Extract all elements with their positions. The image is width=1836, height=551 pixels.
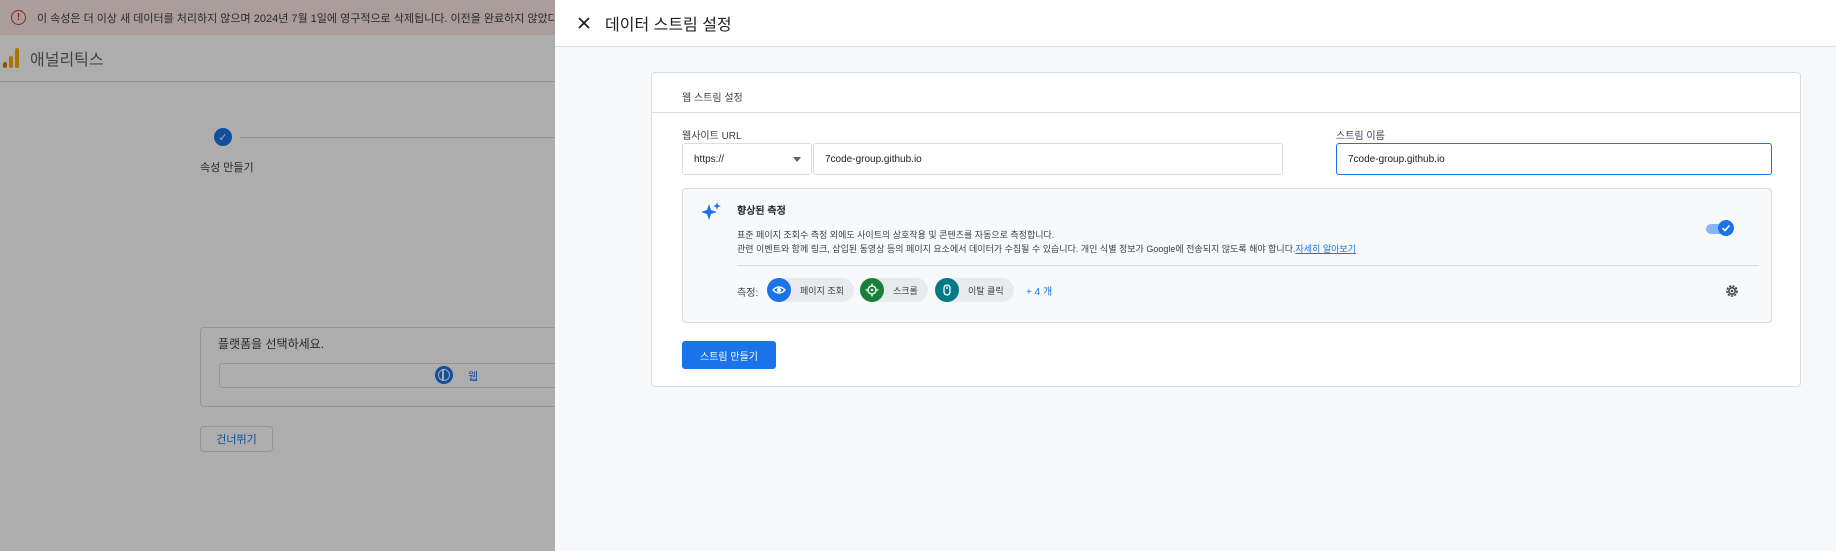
- divider: [737, 265, 1759, 266]
- card-title: 웹 스트림 설정: [652, 73, 1800, 113]
- create-stream-button[interactable]: 스트림 만들기: [682, 341, 776, 369]
- eye-icon: [767, 278, 791, 302]
- modal-scrim[interactable]: [0, 0, 555, 551]
- crosshair-icon: [860, 278, 884, 302]
- chip-label: 페이지 조회: [800, 285, 844, 296]
- protocol-value: https://: [694, 153, 725, 165]
- stream-settings-panel: 데이터 스트림 설정 웹 스트림 설정 웹사이트 URL https:// 스트…: [555, 0, 1836, 551]
- enhanced-measurement-section: 향상된 측정 표준 페이지 조회수 측정 외에도 사이트의 상호작용 및 콘텐츠…: [682, 188, 1772, 323]
- enhanced-toggle[interactable]: [1706, 220, 1734, 236]
- url-label: 웹사이트 URL: [682, 131, 742, 142]
- close-icon[interactable]: [572, 11, 596, 35]
- chip-outbound-clicks: 이탈 클릭: [935, 278, 1014, 302]
- chip-label: 이탈 클릭: [968, 285, 1004, 296]
- sparkle-icon: [701, 202, 721, 220]
- panel-header: 데이터 스트림 설정: [555, 0, 1836, 47]
- measurement-label: 측정:: [737, 288, 759, 299]
- chip-scroll: 스크롤: [860, 278, 928, 302]
- web-stream-card: 웹 스트림 설정 웹사이트 URL https:// 스트림 이름 향상된 측정…: [651, 72, 1801, 387]
- panel-title: 데이터 스트림 설정: [605, 17, 732, 34]
- enhanced-description: 표준 페이지 조회수 측정 외에도 사이트의 상호작용 및 콘텐츠를 자동으로 …: [737, 228, 1356, 256]
- chip-label: 스크롤: [893, 285, 918, 296]
- more-measurements-link[interactable]: + 4 개: [1026, 283, 1052, 298]
- enhanced-desc-line2: 관련 이벤트와 함께 링크, 삽입된 동영상 등의 페이지 요소에서 데이터가 …: [737, 244, 1296, 254]
- enhanced-desc-line1: 표준 페이지 조회수 측정 외에도 사이트의 상호작용 및 콘텐츠를 자동으로 …: [737, 230, 1055, 240]
- chip-page-views: 페이지 조회: [767, 278, 854, 302]
- stream-name-input[interactable]: [1336, 143, 1772, 175]
- mouse-icon: [935, 278, 959, 302]
- enhanced-title: 향상된 측정: [737, 206, 786, 217]
- check-icon: [1718, 220, 1734, 236]
- stream-name-label: 스트림 이름: [1336, 131, 1385, 142]
- gear-icon[interactable]: [1724, 283, 1740, 299]
- website-url-input[interactable]: [813, 143, 1283, 175]
- dropdown-arrow-icon: [793, 157, 801, 162]
- learn-more-link[interactable]: 자세히 알아보기: [1296, 244, 1356, 254]
- protocol-select[interactable]: https://: [682, 143, 812, 175]
